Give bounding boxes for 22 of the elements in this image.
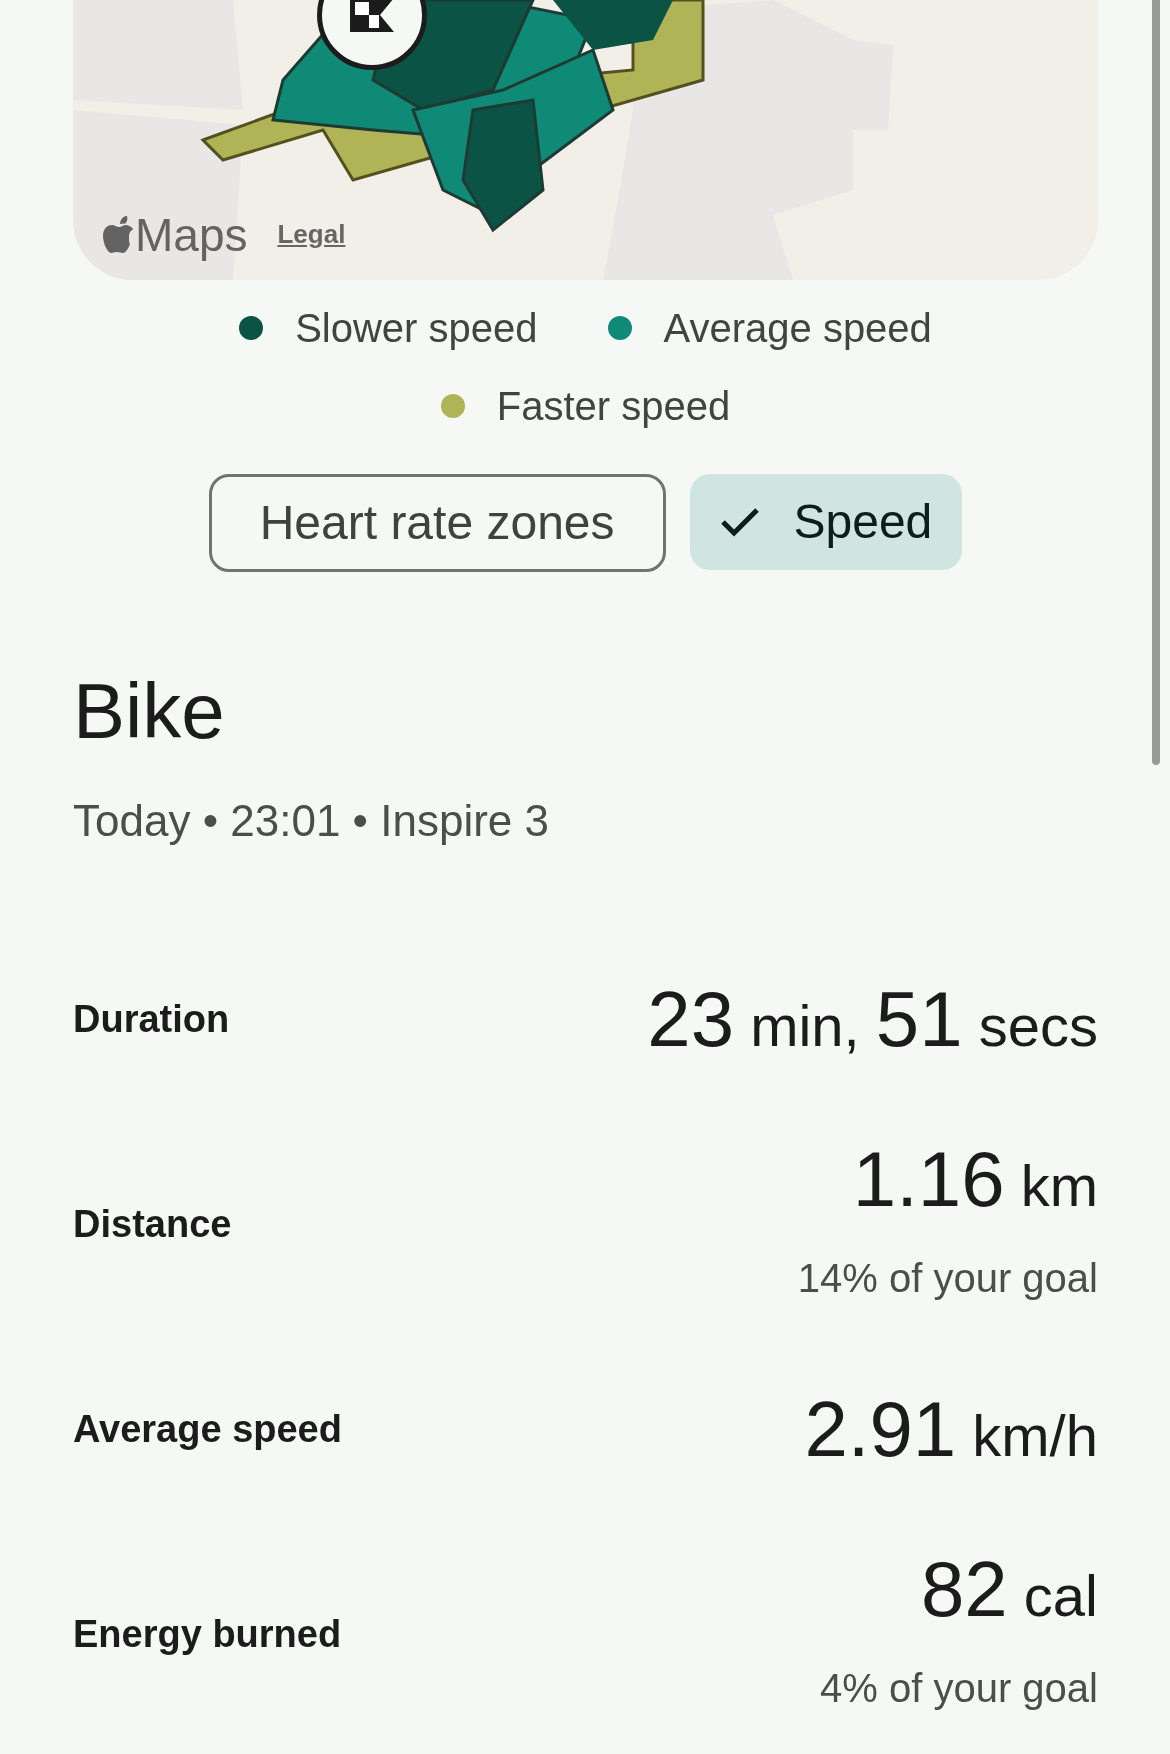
stat-label: Distance [73, 1201, 232, 1247]
filter-chip[interactable]: Speed [689, 474, 963, 570]
stat-label: Energy burned [73, 1611, 342, 1657]
stat-value: 1.16 km [852, 1140, 1098, 1218]
checkered-flag-icon [350, 0, 394, 32]
apple-logo-icon [103, 216, 135, 254]
stat-value: 23 min, 51 secs [647, 980, 1098, 1058]
activity-subtitle: Today • 23:01 • Inspire 3 [73, 795, 550, 847]
legend-label: Average speed [663, 305, 932, 352]
checkmark-icon [719, 507, 760, 537]
stat-value: 82 cal [920, 1550, 1098, 1628]
scrollbar[interactable] [1152, 0, 1160, 765]
legal-link[interactable]: Legal [277, 215, 346, 254]
filter-chip[interactable]: Heart rate zones [208, 474, 666, 572]
activity-title: Bike [73, 672, 226, 750]
legend-label: Slower speed [295, 305, 538, 352]
legend-label: Faster speed [496, 383, 731, 430]
stat-value: 2.91 km/h [804, 1390, 1098, 1468]
goal-progress-note: 4% of your goal [820, 1665, 1098, 1712]
goal-progress-note: 14% of your goal [797, 1255, 1098, 1302]
stat-label: Average speed [73, 1406, 342, 1452]
stat-label: Duration [73, 996, 230, 1042]
